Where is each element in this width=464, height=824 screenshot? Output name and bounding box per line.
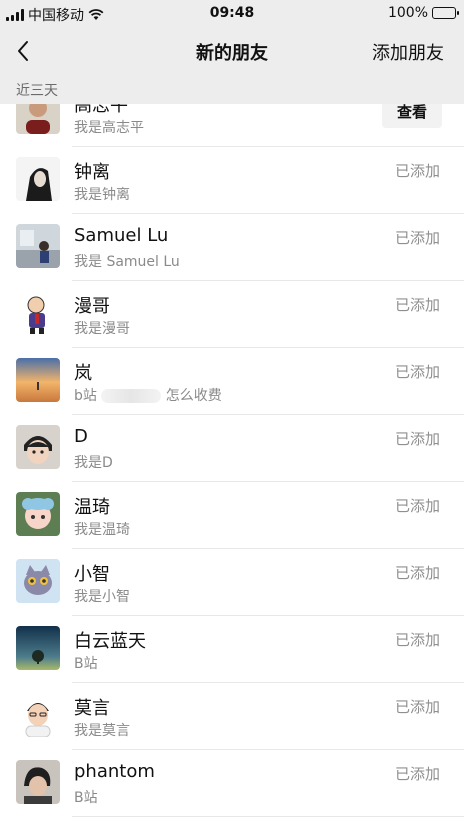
contact-name: 高志平	[74, 104, 128, 116]
nav-bar: 新的朋友 添加朋友	[0, 28, 464, 74]
new-friends-list[interactable]: 高志平 我是高志平 查看 钟离 我是钟离 已添加 Samuel Lu 我是 Sa…	[0, 104, 464, 824]
list-item[interactable]: 白云蓝天 B站 已添加	[0, 616, 464, 683]
contact-name: D	[74, 426, 88, 447]
added-status: 已添加	[394, 430, 440, 448]
contact-message: 我是小智	[74, 589, 130, 605]
person-photo-icon	[16, 760, 60, 804]
message-suffix: 怎么收费	[165, 388, 222, 404]
blurred-text	[101, 389, 162, 403]
night-tree-icon	[16, 626, 60, 670]
contact-message: 我是钟离	[74, 187, 130, 203]
contact-name: 温琦	[74, 497, 110, 518]
added-status: 已添加	[394, 162, 440, 180]
list-item[interactable]: 漫哥 我是漫哥 已添加	[0, 281, 464, 348]
battery-percent: 100%	[387, 5, 428, 21]
contact-name: phantom	[74, 761, 155, 782]
divider	[72, 816, 464, 817]
contact-message: 我是高志平	[74, 120, 144, 136]
plush-toy-icon	[16, 492, 60, 536]
anime-character-icon	[16, 157, 60, 201]
added-status: 已添加	[394, 765, 440, 783]
list-item[interactable]: 莫言 我是莫言 已添加	[0, 683, 464, 750]
list-item[interactable]: 高志平 我是高志平 查看	[0, 104, 464, 147]
cartoon-boy-icon	[16, 693, 60, 737]
added-status: 已添加	[394, 564, 440, 582]
status-bar: 中国移动 09:48 100%	[0, 0, 464, 28]
contact-name: 钟离	[74, 162, 110, 183]
cartoon-cat-icon	[16, 559, 60, 603]
contact-name: 岚	[74, 363, 92, 384]
contact-message: B站	[74, 790, 98, 806]
added-status: 已添加	[394, 229, 440, 247]
status-right: 100%	[387, 5, 459, 21]
list-item[interactable]: 温琦 我是温琦 已添加	[0, 482, 464, 549]
added-status: 已添加	[394, 497, 440, 515]
person-photo-icon	[16, 104, 60, 134]
message-prefix: b站	[74, 388, 97, 404]
contact-name: 小智	[74, 564, 110, 585]
contact-message: 我是漫哥	[74, 321, 130, 337]
contact-message: b站 怎么收费	[74, 385, 222, 405]
contact-message: 我是温琦	[74, 522, 130, 538]
added-status: 已添加	[394, 296, 440, 314]
cartoon-man-icon	[16, 291, 60, 335]
room-photo-icon	[16, 224, 60, 268]
anime-face-icon	[16, 425, 60, 469]
contact-message: 我是D	[74, 455, 113, 471]
contact-name: Samuel Lu	[74, 225, 169, 246]
contact-name: 莫言	[74, 698, 110, 719]
contact-name: 漫哥	[74, 296, 110, 317]
contact-message: 我是莫言	[74, 723, 130, 739]
added-status: 已添加	[394, 631, 440, 649]
list-item[interactable]: 岚 b站 怎么收费 已添加	[0, 348, 464, 415]
added-status: 已添加	[394, 363, 440, 381]
list-item[interactable]: Samuel Lu 我是 Samuel Lu 已添加	[0, 214, 464, 281]
section-header: 近三天	[0, 74, 464, 104]
list-item[interactable]: 小智 我是小智 已添加	[0, 549, 464, 616]
contact-message: B站	[74, 656, 98, 672]
contact-name: 白云蓝天	[74, 631, 146, 652]
list-item[interactable]: phantom B站 已添加	[0, 750, 464, 817]
added-status: 已添加	[394, 698, 440, 716]
battery-icon	[432, 7, 459, 19]
list-item[interactable]: 钟离 我是钟离 已添加	[0, 147, 464, 214]
view-button[interactable]: 查看	[382, 104, 442, 128]
list-item[interactable]: D 我是D 已添加	[0, 415, 464, 482]
sunset-photo-icon	[16, 358, 60, 402]
add-friend-button[interactable]: 添加朋友	[372, 39, 444, 65]
contact-message: 我是 Samuel Lu	[74, 254, 180, 270]
